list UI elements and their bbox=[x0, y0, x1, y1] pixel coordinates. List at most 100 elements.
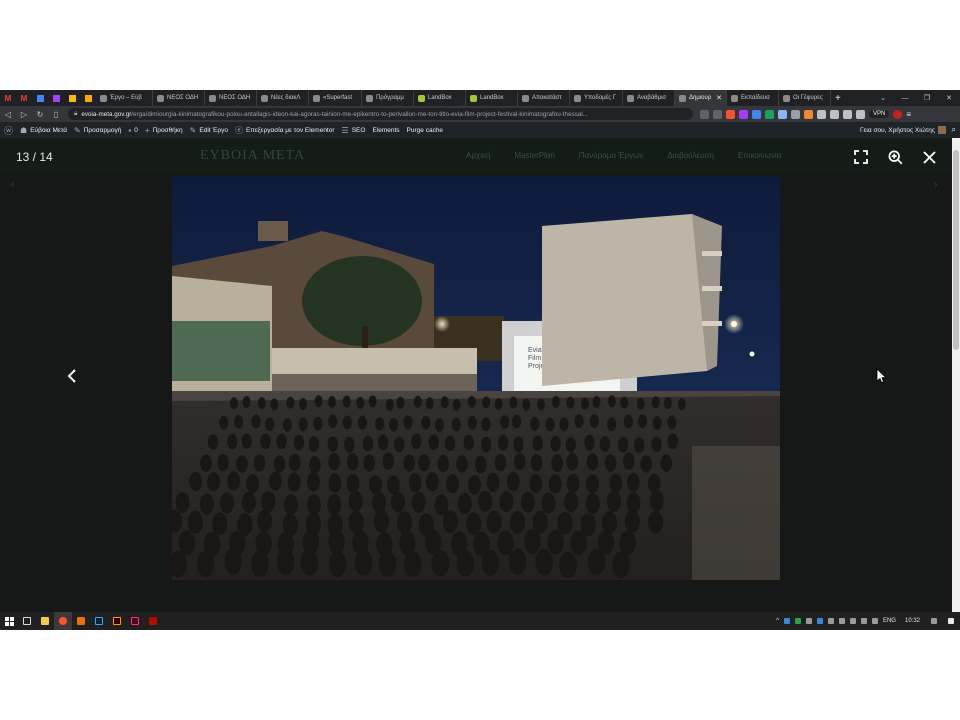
acrobat-icon[interactable] bbox=[144, 612, 162, 630]
close-window-icon[interactable]: ✕ bbox=[938, 90, 960, 106]
extension-grey-icon[interactable] bbox=[791, 109, 800, 119]
page-scrollbar[interactable] bbox=[952, 138, 960, 612]
apps-pinned-tab[interactable] bbox=[48, 90, 64, 106]
sidebar-icon[interactable] bbox=[843, 109, 852, 119]
gmail-pinned-tab[interactable]: M bbox=[0, 90, 16, 106]
wallet-icon[interactable] bbox=[856, 109, 865, 119]
photoshop-icon[interactable] bbox=[90, 612, 108, 630]
next-image-button[interactable] bbox=[870, 364, 890, 388]
site-menu-item[interactable]: Επικοινωνία bbox=[738, 151, 781, 160]
elements-link[interactable]: Elements bbox=[372, 127, 399, 134]
download-icon[interactable] bbox=[830, 109, 839, 119]
comment-icon: ▪ bbox=[128, 125, 132, 135]
browser-tab[interactable]: Οι Γέφυρες bbox=[779, 90, 831, 106]
rewards-icon[interactable] bbox=[739, 109, 748, 119]
docs-pinned-tab[interactable] bbox=[80, 90, 96, 106]
extension-orange-icon[interactable] bbox=[804, 109, 813, 119]
app-orange-icon[interactable] bbox=[72, 612, 90, 630]
audience-silhouette bbox=[456, 455, 468, 473]
purge-cache-label: Purge cache bbox=[406, 126, 444, 134]
browser-tab[interactable]: Πρόγραμμ bbox=[362, 90, 414, 106]
customize-link[interactable]: ✎ Προσαρμογή bbox=[74, 126, 121, 135]
browser-tab[interactable]: «Superfast bbox=[309, 90, 362, 106]
minimize-icon[interactable]: — bbox=[894, 90, 916, 106]
tray-keyboard-icon[interactable] bbox=[931, 618, 937, 624]
address-bar[interactable]: 🔒︎ evoia-meta.gov.gr/erga/dimiourgia-kin… bbox=[68, 108, 693, 120]
wordpress-logo-icon[interactable]: ⓦ bbox=[4, 124, 13, 137]
tray-app-icon[interactable] bbox=[794, 618, 801, 624]
site-menu-item[interactable]: MasterPlan bbox=[514, 151, 554, 160]
edit-link[interactable]: ✎ Edit Έργο bbox=[190, 126, 228, 135]
close-lightbox-icon[interactable] bbox=[920, 148, 938, 166]
site-name-link[interactable]: ☗ Εύβοια Μετά bbox=[20, 126, 67, 135]
keep-pinned-tab[interactable] bbox=[64, 90, 80, 106]
audience-silhouette bbox=[634, 437, 645, 453]
account-menu[interactable]: Γεια σου, Χρήστος Χιώτης bbox=[860, 126, 946, 134]
tray-sync-icon[interactable] bbox=[805, 618, 812, 624]
search-icon[interactable]: ⌕ bbox=[952, 125, 956, 135]
new-content-link[interactable]: + Προσθήκη bbox=[145, 126, 183, 135]
tray-bluetooth-icon[interactable] bbox=[816, 618, 823, 624]
tray-volume-icon[interactable] bbox=[871, 618, 878, 624]
tray-wifi-icon[interactable] bbox=[860, 618, 867, 624]
browser-tab[interactable]: Δημιουρ ✕ bbox=[675, 90, 727, 106]
site-menu-item[interactable]: Αρχική bbox=[466, 151, 490, 160]
bookmark-icon[interactable]: ▯ bbox=[48, 106, 64, 122]
forward-icon[interactable]: ▷ bbox=[16, 106, 32, 122]
profile-icon[interactable] bbox=[893, 109, 903, 119]
tab-search-icon[interactable]: ⌄ bbox=[872, 90, 894, 106]
browser-tab[interactable]: ΝΕΟΣ ΟΔΗ bbox=[205, 90, 257, 106]
indesign-icon[interactable] bbox=[126, 612, 144, 630]
browser-tab[interactable]: Αναβάθμισ bbox=[623, 90, 675, 106]
illustrator-icon[interactable] bbox=[108, 612, 126, 630]
puzzle-icon[interactable] bbox=[817, 109, 826, 119]
site-menu-item[interactable]: Πανόραμα Έργων bbox=[579, 151, 644, 160]
previous-image-button[interactable] bbox=[62, 364, 82, 388]
clock[interactable]: 10:32 bbox=[905, 618, 920, 624]
browser-tab[interactable]: Έργο – Εύβ bbox=[96, 90, 153, 106]
tray-pen-icon[interactable] bbox=[838, 618, 845, 624]
brave-shield-icon[interactable] bbox=[726, 109, 735, 119]
elementor-link[interactable]: ⓔ Επεξεργασία με τον Elementor bbox=[235, 125, 334, 136]
site-menu-item[interactable]: Διαβούλευση bbox=[667, 151, 714, 160]
scrollbar-thumb[interactable] bbox=[953, 150, 959, 350]
comments-link[interactable]: ▪ 0 bbox=[128, 126, 137, 135]
menu-icon[interactable]: ≡ bbox=[906, 110, 915, 119]
audience-silhouette bbox=[506, 472, 520, 492]
file-explorer-icon[interactable] bbox=[36, 612, 54, 630]
fullscreen-icon[interactable] bbox=[852, 148, 870, 166]
tray-chevron-icon[interactable]: ^ bbox=[776, 618, 779, 624]
close-tab-icon[interactable]: ✕ bbox=[716, 94, 722, 102]
browser-tab[interactable]: ΝΕΟΣ ΟΔΗ bbox=[153, 90, 205, 106]
browser-tab[interactable]: Υποδομές Γ bbox=[570, 90, 623, 106]
tray-cloud-icon[interactable] bbox=[783, 618, 790, 624]
brave-browser-icon[interactable] bbox=[54, 612, 72, 630]
task-view-icon[interactable] bbox=[18, 612, 36, 630]
reload-icon[interactable]: ↻ bbox=[32, 106, 48, 122]
browser-tab[interactable]: LandBox bbox=[414, 90, 466, 106]
extension-cast-icon[interactable] bbox=[778, 109, 787, 119]
tray-battery-icon[interactable] bbox=[849, 618, 856, 624]
tray-display-icon[interactable] bbox=[827, 618, 834, 624]
share-icon[interactable] bbox=[700, 109, 709, 119]
purge-cache-link[interactable]: Purge cache bbox=[407, 127, 444, 134]
notifications-icon[interactable] bbox=[948, 618, 954, 624]
vpn-button[interactable]: VPN bbox=[869, 110, 890, 118]
restore-icon[interactable]: ❐ bbox=[916, 90, 938, 106]
star-icon[interactable] bbox=[713, 109, 722, 119]
zoom-in-icon[interactable] bbox=[886, 148, 904, 166]
extension-teal-icon[interactable] bbox=[765, 109, 774, 119]
browser-tab[interactable]: Αποκατάστ bbox=[518, 90, 570, 106]
language-indicator[interactable]: ENG bbox=[883, 618, 896, 624]
extension-blue-icon[interactable] bbox=[752, 109, 761, 119]
browser-tab[interactable]: LandBox bbox=[466, 90, 518, 106]
start-windows-icon[interactable] bbox=[0, 612, 18, 630]
browser-tab[interactable]: Νέες διακΛ bbox=[257, 90, 309, 106]
back-icon[interactable]: ◁ bbox=[0, 106, 16, 122]
gmail-pinned-tab-2[interactable]: M bbox=[16, 90, 32, 106]
audience-silhouette bbox=[309, 456, 321, 474]
seo-link[interactable]: ☰ SEO bbox=[342, 126, 366, 135]
new-tab-button[interactable]: + bbox=[831, 90, 845, 106]
browser-tab[interactable]: Εκπαίδευσ bbox=[727, 90, 779, 106]
calendar-pinned-tab[interactable] bbox=[32, 90, 48, 106]
